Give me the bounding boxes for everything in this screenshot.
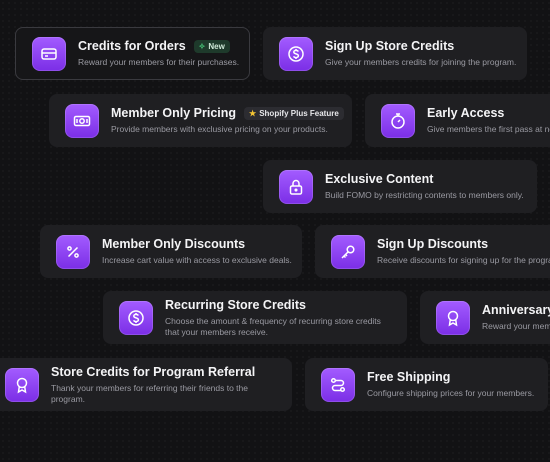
stopwatch-icon: [381, 103, 415, 138]
card-description: Build FOMO by restricting contents to me…: [325, 190, 524, 200]
feature-card-sign-up-discounts[interactable]: Sign Up Discounts Receive discounts for …: [315, 225, 550, 278]
card-title: Store Credits for Program Referral: [51, 364, 256, 379]
key-icon: [331, 234, 365, 269]
card-title: Member Only Discounts: [102, 237, 246, 251]
banknote-icon: [65, 103, 99, 138]
feature-card-member-only-discounts[interactable]: Member Only Discounts Increase cart valu…: [40, 225, 302, 278]
award-icon: [436, 300, 470, 335]
dollar-circle-icon: [119, 300, 153, 335]
feature-card-exclusive-content[interactable]: Exclusive Content Build FOMO by restrict…: [263, 160, 537, 213]
credit-card-icon: [32, 36, 66, 71]
feature-card-anniversary[interactable]: Anniversary C Reward your memb: [420, 291, 550, 344]
card-title: Credits for Orders: [78, 39, 186, 53]
card-description: Give your members credits for joining th…: [325, 57, 517, 67]
card-description: Increase cart value with access to exclu…: [102, 255, 292, 265]
card-title: Free Shipping: [367, 370, 451, 384]
card-title: Anniversary C: [482, 303, 550, 317]
percent-icon: [56, 234, 90, 269]
feature-card-early-access[interactable]: Early Access Give members the first pass…: [365, 94, 550, 147]
card-description: Receive discounts for signing up for the…: [377, 255, 550, 265]
lock-icon: [279, 169, 313, 204]
shopify-plus-badge: ★ Shopify Plus Feature: [244, 106, 344, 120]
award-icon: [5, 367, 39, 402]
feature-card-store-credits-referral[interactable]: Store Credits for Program Referral Thank…: [0, 358, 292, 411]
feature-card-credits-for-orders[interactable]: Credits for Orders ✧ New Reward your memb…: [15, 27, 250, 80]
card-title: Member Only Pricing: [111, 106, 237, 120]
card-title: Sign Up Store Credits: [325, 39, 455, 53]
feature-card-member-only-pricing[interactable]: Member Only Pricing ★ Shopify Plus Featur…: [49, 94, 352, 147]
card-description: Choose the amount & frequency of recurri…: [165, 315, 381, 337]
new-badge: ✧ New: [193, 39, 230, 53]
card-description: Thank your members for referring their f…: [51, 382, 248, 404]
card-description: Reward your members for their purchases.: [78, 57, 240, 67]
feature-card-free-shipping[interactable]: Free Shipping Configure shipping prices …: [305, 358, 548, 411]
card-description: Provide members with exclusive pricing o…: [111, 124, 328, 134]
card-title: Sign Up Discounts: [377, 237, 489, 251]
route-icon: [321, 367, 355, 402]
feature-card-recurring-store-credits[interactable]: Recurring Store Credits Choose the amoun…: [103, 291, 407, 344]
card-description: Give members the first pass at ne: [427, 124, 550, 134]
card-description: Reward your memb: [482, 321, 550, 331]
sparkle-icon: ✧: [198, 41, 206, 51]
card-description: Configure shipping prices for your membe…: [367, 388, 535, 398]
card-title: Recurring Store Credits: [165, 297, 307, 312]
dollar-circle-icon: [279, 36, 313, 71]
feature-card-sign-up-store-credits[interactable]: Sign Up Store Credits Give your members …: [263, 27, 527, 80]
star-icon: ★: [249, 108, 257, 118]
card-title: Exclusive Content: [325, 172, 434, 186]
card-title: Early Access: [427, 106, 505, 120]
